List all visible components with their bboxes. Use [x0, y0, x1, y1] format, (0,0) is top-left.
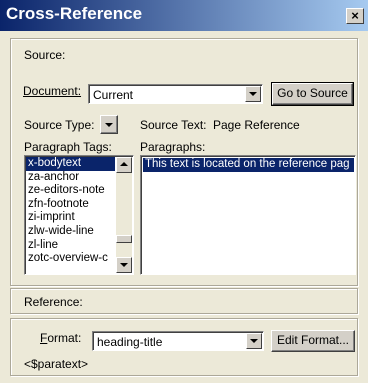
chevron-up-icon	[120, 162, 128, 166]
list-item[interactable]: x-bodytext	[26, 157, 115, 171]
chevron-down-icon	[120, 263, 128, 267]
list-item[interactable]: ze-editors-note	[26, 184, 115, 198]
list-item[interactable]: This text is located on the reference pa…	[143, 158, 354, 172]
paragraph-tags-label: Paragraph Tags:	[24, 140, 112, 154]
close-button[interactable]: ×	[346, 8, 364, 24]
paragraphs-list[interactable]: This text is located on the reference pa…	[140, 155, 356, 275]
format-label: Format:	[40, 331, 82, 345]
paragraphs-label: Paragraphs:	[140, 140, 206, 154]
source-type-dropdown-button[interactable]	[100, 115, 118, 134]
source-type-label: Source Type:	[24, 118, 95, 132]
document-dropdown[interactable]: Current	[88, 84, 263, 104]
paragraph-tags-items: x-bodytext za-anchor ze-editors-note zfn-fo…	[26, 157, 115, 266]
list-item[interactable]: zlw-wide-line	[26, 225, 115, 239]
format-string: <$paratext>	[24, 357, 89, 371]
source-text-label: Source Text:	[140, 118, 207, 132]
list-item[interactable]: zfn-footnote	[26, 198, 115, 212]
source-text-value: Page Reference	[213, 118, 300, 132]
reference-group	[10, 288, 358, 314]
format-dropdown[interactable]: heading-title	[92, 331, 264, 351]
close-icon: ×	[351, 8, 359, 23]
document-dropdown-button[interactable]	[245, 86, 261, 102]
edit-format-button[interactable]: Edit Format...	[271, 330, 355, 352]
cross-reference-dialog: Cross-Reference × Source: Document: Curr…	[0, 0, 368, 383]
document-label: Document:	[23, 84, 82, 98]
list-item[interactable]: zl-line	[26, 239, 115, 253]
chevron-down-icon	[105, 122, 113, 127]
scroll-up-button[interactable]	[116, 157, 132, 173]
paragraph-tags-scrollbar[interactable]	[116, 157, 132, 273]
format-dropdown-button[interactable]	[246, 333, 262, 349]
scroll-down-button[interactable]	[116, 257, 132, 273]
list-item[interactable]: zi-imprint	[26, 211, 115, 225]
paragraph-tags-list[interactable]: x-bodytext za-anchor ze-editors-note zfn-fo…	[24, 155, 134, 275]
list-item[interactable]: za-anchor	[26, 171, 115, 185]
document-dropdown-value: Current	[93, 88, 134, 102]
chevron-down-icon	[250, 339, 258, 343]
scroll-thumb[interactable]	[116, 235, 132, 243]
format-dropdown-value: heading-title	[97, 335, 163, 349]
chevron-down-icon	[249, 92, 257, 96]
go-to-source-button[interactable]: Go to Source	[271, 82, 354, 106]
list-item[interactable]: zotc-overview-c	[26, 252, 115, 266]
dialog-title: Cross-Reference	[6, 4, 143, 23]
paragraphs-list-items: This text is located on the reference pa…	[143, 158, 354, 172]
title-bar[interactable]: Cross-Reference ×	[0, 0, 368, 31]
